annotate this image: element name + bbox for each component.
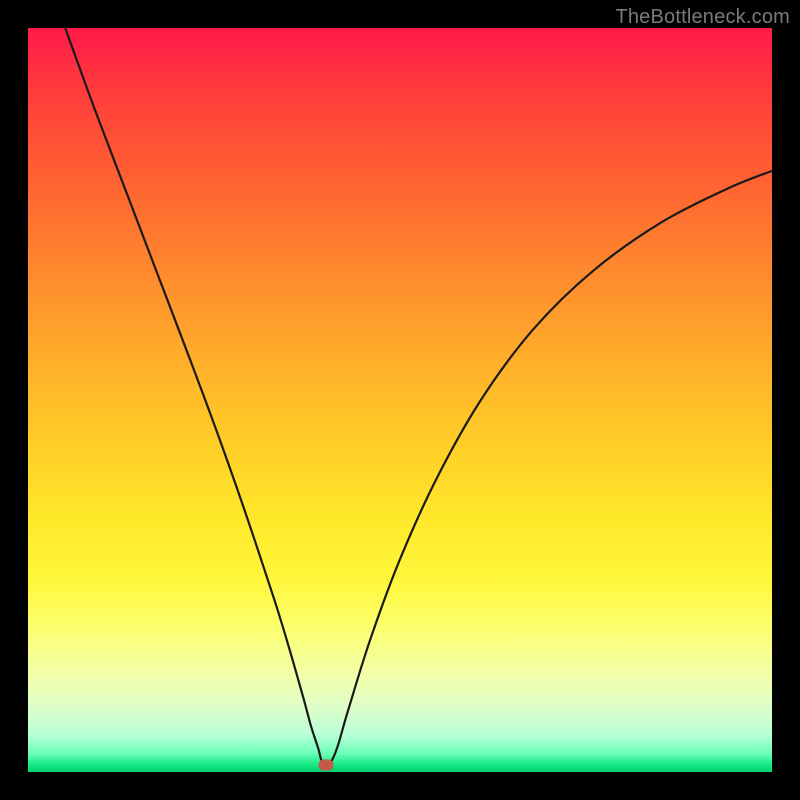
watermark-text: TheBottleneck.com [615,6,790,29]
chart-frame [28,28,772,772]
optimal-point-marker [319,760,334,771]
bottleneck-curve [28,28,772,772]
